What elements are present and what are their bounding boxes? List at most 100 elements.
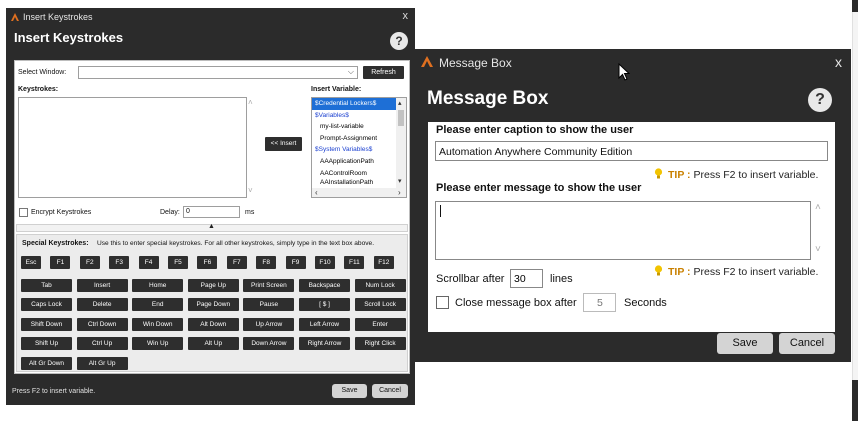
key-up-arrow-button[interactable]: Up Arrow <box>243 317 295 331</box>
keystrokes-textarea[interactable] <box>18 97 247 198</box>
key-win-down-button[interactable]: Win Down <box>132 317 184 331</box>
key-end-button[interactable]: End <box>132 298 184 312</box>
insert-variable-button[interactable]: << Insert <box>265 137 302 151</box>
dialog-heading: Message Box <box>427 88 549 109</box>
message-panel: Please enter caption to show the user Au… <box>428 122 835 332</box>
key-f6-button[interactable]: F6 <box>197 256 218 269</box>
key-f2-button[interactable]: F2 <box>79 256 100 269</box>
close-icon[interactable]: x <box>403 10 409 22</box>
list-item[interactable]: my-list-variable <box>312 121 406 133</box>
key-home-button[interactable]: Home <box>132 279 184 292</box>
key-backspace-button[interactable]: Backspace <box>299 279 350 292</box>
key-ctrl-up-button[interactable]: Ctrl Up <box>76 337 128 351</box>
message-box-window: Message Box x Message Box ? Please enter… <box>414 49 851 362</box>
close-icon[interactable]: x <box>835 54 842 70</box>
key-down-arrow-button[interactable]: Down Arrow <box>243 337 295 351</box>
key-f8-button[interactable]: F8 <box>256 256 277 269</box>
help-icon[interactable]: ? <box>808 88 832 112</box>
special-keystrokes-label: Special Keystrokes: <box>22 240 89 247</box>
caption-label: Please enter caption to show the user <box>436 124 634 136</box>
scroll-up-icon[interactable]: ˄ <box>248 98 253 107</box>
close-after-label: Close message box after <box>455 297 577 309</box>
save-button[interactable]: Save <box>332 384 367 398</box>
close-after-seconds-input[interactable]: 5 <box>583 293 616 312</box>
message-textarea[interactable] <box>435 201 811 260</box>
insert-variable-label: Insert Variable: <box>311 86 362 93</box>
scroll-down-icon[interactable]: ▾ <box>398 176 402 188</box>
key-scroll-lock-button[interactable]: Scroll Lock <box>354 298 406 312</box>
dialog-heading: Insert Keystrokes <box>14 30 124 45</box>
scroll-thumb[interactable] <box>398 110 404 126</box>
refresh-button[interactable]: Refresh <box>363 66 404 79</box>
key-f10-button[interactable]: F10 <box>315 256 335 269</box>
key-f11-button[interactable]: F11 <box>344 256 365 269</box>
key-esc-button[interactable]: Esc <box>21 256 41 269</box>
key-delete-button[interactable]: Delete <box>76 298 128 312</box>
list-item[interactable]: AAInstallationPath <box>312 179 406 186</box>
key-f12-button[interactable]: F12 <box>373 256 394 269</box>
collapse-arrow-icon[interactable]: ▲ <box>208 223 215 230</box>
key-win-up-button[interactable]: Win Up <box>132 337 184 351</box>
key-f1-button[interactable]: F1 <box>50 256 71 269</box>
encrypt-checkbox[interactable] <box>19 208 28 217</box>
save-button[interactable]: Save <box>717 333 773 354</box>
cancel-button[interactable]: Cancel <box>779 333 835 354</box>
title-bar: Message Box x <box>414 49 851 75</box>
message-label: Please enter message to show the user <box>436 182 642 194</box>
list-item[interactable]: $System Variables$ <box>312 144 406 156</box>
key-ctrl-down-button[interactable]: Ctrl Down <box>76 317 128 331</box>
key-caps-lock-button[interactable]: Caps Lock <box>21 298 72 312</box>
key-alt-down-button[interactable]: Alt Down <box>187 317 239 331</box>
key-page-down-button[interactable]: Page Down <box>187 298 239 312</box>
key-insert-button[interactable]: Insert <box>76 279 128 292</box>
key-f9-button[interactable]: F9 <box>285 256 306 269</box>
scroll-left-icon[interactable]: ‹ <box>315 187 318 197</box>
scrollbar-lines-input[interactable]: 30 <box>510 269 543 288</box>
select-window-dropdown[interactable]: ⌵ <box>78 66 358 79</box>
scroll-up-icon[interactable]: ˄ <box>815 202 821 213</box>
scroll-down-icon[interactable]: ˅ <box>248 186 253 195</box>
list-item[interactable]: $Variables$ <box>312 110 406 122</box>
key-right-arrow-button[interactable]: Right Arrow <box>299 337 350 351</box>
key-f3-button[interactable]: F3 <box>109 256 130 269</box>
key-pause-button[interactable]: Pause <box>243 298 295 312</box>
delay-label: Delay: <box>160 209 180 216</box>
horizontal-scrollbar[interactable]: ‹ › <box>312 188 406 197</box>
key-enter-button[interactable]: Enter <box>354 317 406 331</box>
key-alt-gr-up-button[interactable]: Alt Gr Up <box>76 356 128 370</box>
key-right-click-button[interactable]: Right Click <box>354 337 406 351</box>
key-f7-button[interactable]: F7 <box>226 256 247 269</box>
scroll-down-icon[interactable]: ˅ <box>815 244 821 255</box>
key-f4-button[interactable]: F4 <box>138 256 159 269</box>
key-f5-button[interactable]: F5 <box>168 256 188 269</box>
caption-input[interactable]: Automation Anywhere Community Edition <box>435 141 828 161</box>
collapse-bar[interactable]: ▲ <box>16 223 408 232</box>
encrypt-label: Encrypt Keystrokes <box>31 209 92 216</box>
delay-unit: ms <box>245 209 255 216</box>
mouse-pointer-icon <box>618 63 630 81</box>
delay-input[interactable]: 0 <box>183 206 240 218</box>
scroll-up-icon[interactable]: ▴ <box>398 98 402 110</box>
key-left-arrow-button[interactable]: Left Arrow <box>299 317 350 331</box>
key-tab-button[interactable]: Tab <box>21 279 72 292</box>
cancel-button[interactable]: Cancel <box>372 384 408 398</box>
list-item[interactable]: AAControlRoom <box>312 168 406 180</box>
key-shift-down-button[interactable]: Shift Down <box>21 317 72 331</box>
list-item[interactable]: Prompt-Assignment <box>312 133 406 145</box>
key--button[interactable]: [ $ ] <box>299 298 350 312</box>
key-shift-up-button[interactable]: Shift Up <box>21 337 72 351</box>
key-print-screen-button[interactable]: Print Screen <box>243 279 295 292</box>
close-after-checkbox[interactable] <box>436 296 449 309</box>
variable-list[interactable]: $Credential Lockers$ $Variables$ my-list… <box>311 97 407 198</box>
help-icon[interactable]: ? <box>390 32 408 50</box>
key-alt-gr-down-button[interactable]: Alt Gr Down <box>21 356 72 370</box>
scrollbar-unit: lines <box>550 273 573 285</box>
list-item[interactable]: $Credential Lockers$ <box>312 98 396 110</box>
scrollbar[interactable]: ▴ ▾ <box>396 98 406 188</box>
list-item[interactable]: AAApplicationPath <box>312 156 406 168</box>
key-num-lock-button[interactable]: Num Lock <box>354 279 406 292</box>
scroll-right-icon[interactable]: › <box>398 187 401 197</box>
close-after-unit: Seconds <box>624 297 667 309</box>
key-page-up-button[interactable]: Page Up <box>187 279 239 292</box>
key-alt-up-button[interactable]: Alt Up <box>187 337 239 351</box>
